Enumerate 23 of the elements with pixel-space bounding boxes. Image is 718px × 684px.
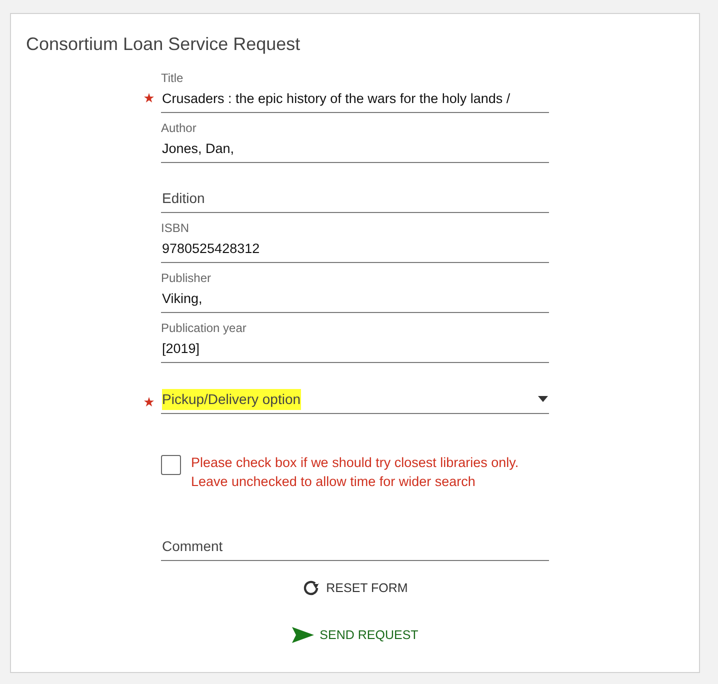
field-label: Publication year — [161, 320, 248, 337]
text-field[interactable]: Jones, Dan, — [161, 136, 549, 163]
text-field[interactable]: Edition — [161, 186, 549, 213]
required-icon — [144, 92, 154, 103]
text-field[interactable]: Crusaders : the epic history of the wars for the holy lands / — [161, 86, 549, 113]
required-icon — [144, 396, 154, 407]
field-label: Publisher — [161, 270, 212, 287]
text-field[interactable]: 9780525428312 — [161, 236, 549, 263]
field-label: Author — [161, 120, 198, 137]
form-title: Consortium Loan Service Request — [25, 33, 302, 56]
send-button[interactable]: SEND REQUEST — [288, 624, 422, 646]
field-label: ISBN — [161, 220, 190, 237]
checkbox[interactable] — [161, 454, 181, 475]
text-field[interactable]: Viking, — [161, 286, 549, 313]
checkbox-label: Please check box if we should try closest libraries only. Leave unchecked to allow time for wider search — [191, 454, 519, 491]
field-label: Title — [161, 70, 184, 87]
comment-field[interactable]: Comment — [161, 534, 549, 561]
refresh-icon — [302, 579, 320, 598]
dropdown-field[interactable]: Pickup/Delivery option — [161, 386, 549, 414]
send-arrow-icon — [292, 626, 314, 643]
caret-icon — [538, 396, 548, 402]
reset-button[interactable]: RESET FORM — [298, 576, 412, 600]
text-field[interactable]: [2019] — [161, 336, 549, 363]
